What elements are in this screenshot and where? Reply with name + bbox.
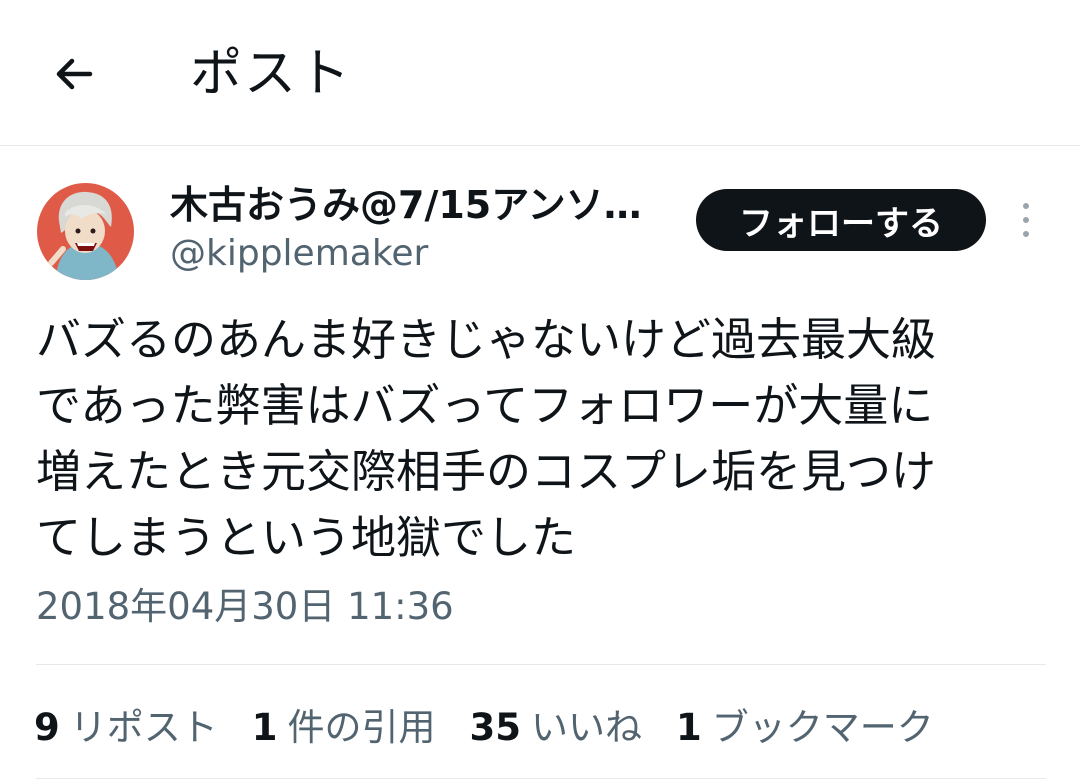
stat-quotes-label: 件の引用 bbox=[287, 706, 436, 749]
divider bbox=[36, 778, 1046, 779]
tweet-text-line: てしまうという地獄でした bbox=[36, 511, 577, 564]
stat-bookmarks-count: 1 bbox=[676, 706, 702, 749]
author-display-name[interactable]: 木古おうみ@7/15アンソ… bbox=[170, 180, 670, 230]
tweet-timestamp[interactable]: 2018年04月30日 11:36 bbox=[36, 582, 454, 632]
divider bbox=[36, 664, 1046, 665]
stat-likes[interactable]: 35 いいね bbox=[470, 700, 643, 756]
more-vertical-icon bbox=[1023, 203, 1029, 237]
stat-reposts-label: リポスト bbox=[69, 706, 218, 749]
tweet-text-line: であった弊害はバズってフォロワーが大量に bbox=[36, 379, 934, 432]
avatar[interactable] bbox=[37, 183, 134, 280]
author-handle[interactable]: @kipplemaker bbox=[170, 230, 428, 278]
back-button[interactable] bbox=[44, 44, 104, 104]
tweet-text: バズるのあんま好きじゃないけど過去最大級 であった弊害はバズってフォロワーが大量… bbox=[36, 307, 1046, 571]
stat-bookmarks[interactable]: 1 ブックマーク bbox=[676, 700, 934, 756]
stat-reposts-count: 9 bbox=[34, 706, 60, 749]
engagement-stats: 9 リポスト 1 件の引用 35 いいね 1 ブックマーク bbox=[34, 700, 968, 756]
top-bar: ポスト bbox=[0, 0, 1080, 146]
page-title: ポスト bbox=[190, 44, 353, 104]
arrow-left-icon bbox=[56, 58, 93, 90]
stat-quotes[interactable]: 1 件の引用 bbox=[252, 700, 436, 756]
stat-likes-count: 35 bbox=[469, 706, 522, 749]
stat-bookmarks-label: ブックマーク bbox=[711, 706, 934, 749]
stat-quotes-count: 1 bbox=[251, 706, 278, 749]
follow-button[interactable]: フォローする bbox=[696, 189, 986, 251]
stat-reposts[interactable]: 9 リポスト bbox=[34, 700, 218, 756]
stat-likes-label: いいね bbox=[531, 706, 642, 749]
tweet-text-line: 増えたとき元交際相手のコスプレ垢を見つけ bbox=[36, 445, 937, 498]
follow-button-label: フォローする bbox=[739, 203, 943, 244]
more-options-button[interactable] bbox=[1010, 198, 1042, 242]
avatar-illustration-icon bbox=[37, 183, 134, 280]
tweet-text-line: バズるのあんま好きじゃないけど過去最大級 bbox=[36, 313, 937, 366]
